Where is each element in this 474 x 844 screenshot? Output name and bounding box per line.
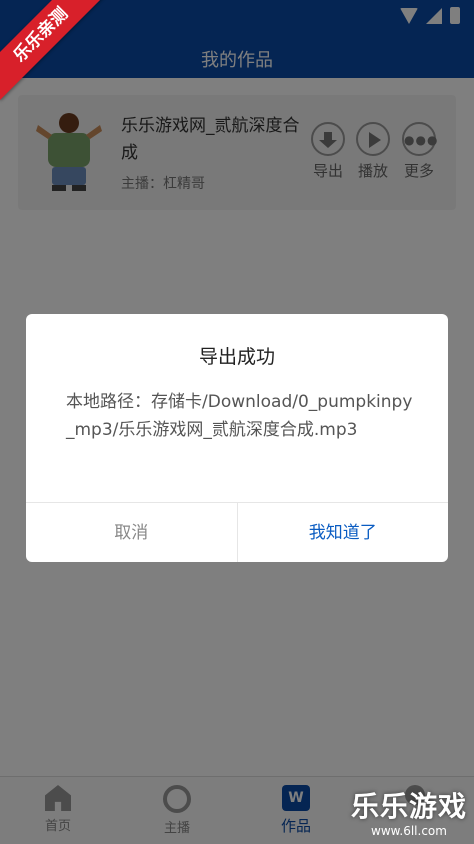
dialog-actions: 取消 我知道了 [26,502,448,562]
ok-button[interactable]: 我知道了 [238,503,449,562]
watermark-logo: 乐乐游戏 www.6ll.com [344,790,474,844]
export-success-dialog: 导出成功 本地路径：存储卡/Download/0_pumpkinpy_mp3/乐… [26,314,448,562]
watermark-main: 乐乐游戏 [350,790,467,823]
dialog-title: 导出成功 [198,346,275,368]
watermark-sub: www.6ll.com [371,824,447,838]
cancel-button[interactable]: 取消 [26,503,238,562]
dialog-message: 本地路径：存储卡/Download/0_pumpkinpy_mp3/乐乐游戏网_… [66,392,413,440]
